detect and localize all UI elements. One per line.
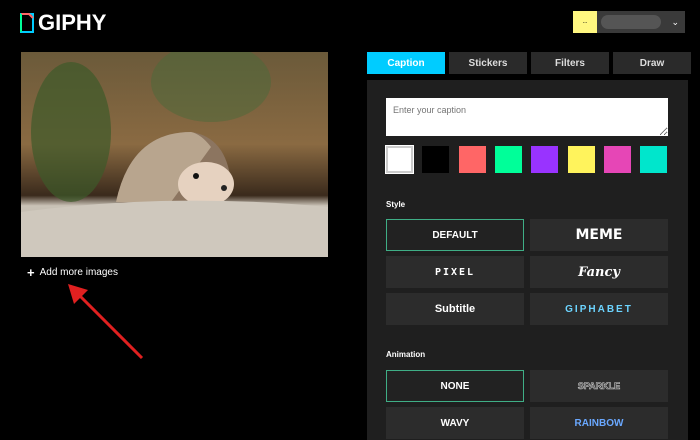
color-swatch-pink[interactable] xyxy=(604,146,631,173)
tab-draw[interactable]: Draw xyxy=(613,52,691,74)
plus-icon: + xyxy=(27,265,35,280)
avatar: .. xyxy=(573,11,597,33)
style-pixel[interactable]: PIXEL xyxy=(386,256,524,288)
caption-input[interactable] xyxy=(386,98,668,136)
color-swatch-green[interactable] xyxy=(495,146,522,173)
animation-sparkle[interactable]: SPARKLE xyxy=(530,370,668,402)
user-menu[interactable]: .. ⌄ xyxy=(573,11,685,33)
chevron-down-icon: ⌄ xyxy=(671,16,679,27)
editor-tabs: Caption Stickers Filters Draw xyxy=(367,52,691,74)
animation-wavy[interactable]: WAVY xyxy=(386,407,524,439)
add-more-images-button[interactable]: + Add more images xyxy=(27,265,118,280)
tab-stickers[interactable]: Stickers xyxy=(449,52,527,74)
style-default[interactable]: DEFAULT xyxy=(386,219,524,251)
color-swatch-black[interactable] xyxy=(422,146,449,173)
tab-filters[interactable]: Filters xyxy=(531,52,609,74)
username-blurred xyxy=(601,15,661,29)
color-swatch-purple[interactable] xyxy=(531,146,558,173)
style-fancy[interactable]: Fancy xyxy=(530,256,668,288)
color-swatch-red[interactable] xyxy=(459,146,486,173)
red-arrow-annotation xyxy=(68,284,144,360)
color-swatch-yellow[interactable] xyxy=(568,146,595,173)
giphy-logo-icon xyxy=(20,13,34,33)
color-swatch-teal[interactable] xyxy=(640,146,667,173)
style-meme[interactable]: MEME xyxy=(530,219,668,251)
style-giphabet[interactable]: GIPHABET xyxy=(530,293,668,325)
tab-caption[interactable]: Caption xyxy=(367,52,445,74)
style-subtitle[interactable]: Subtitle xyxy=(386,293,524,325)
animation-none[interactable]: NONE xyxy=(386,370,524,402)
animation-label: Animation xyxy=(386,350,426,359)
uploaded-image-preview xyxy=(21,52,328,257)
giphy-logo[interactable]: GIPHY xyxy=(20,10,106,36)
style-label: Style xyxy=(386,200,406,209)
color-swatch-white[interactable] xyxy=(385,145,414,174)
animation-rainbow[interactable]: RAINBOW xyxy=(530,407,668,439)
